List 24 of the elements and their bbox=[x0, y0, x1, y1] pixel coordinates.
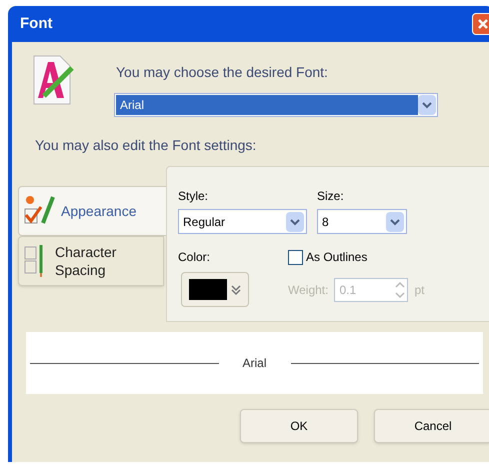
settings-tab[interactable]: Appearance bbox=[18, 186, 168, 236]
settings-prompt: You may also edit the Font settings: bbox=[34, 136, 258, 155]
color-picker-button[interactable] bbox=[181, 272, 249, 307]
size-label: Size: bbox=[317, 188, 345, 205]
font-prompt: You may choose the desired Font: bbox=[115, 63, 329, 82]
color-label: Color: bbox=[178, 249, 212, 266]
unit-label: pt bbox=[414, 282, 424, 299]
dialog-button[interactable]: Cancel bbox=[374, 409, 489, 443]
weight-label: Weight: bbox=[288, 282, 328, 299]
style-label: Style: bbox=[178, 188, 210, 205]
checkbox[interactable] bbox=[288, 250, 303, 264]
preview-text: Arial bbox=[242, 355, 267, 372]
double-chevron-icon bbox=[231, 284, 241, 296]
checkbox-label: As Outlines bbox=[306, 249, 368, 266]
size-dropdown[interactable]: 8 bbox=[317, 209, 407, 234]
font-dropdown[interactable]: Arial bbox=[114, 93, 438, 117]
font-value: Arial bbox=[116, 95, 418, 115]
close-icon bbox=[477, 18, 489, 30]
spin-arrows-icon bbox=[393, 280, 408, 300]
close-button[interactable] bbox=[472, 13, 489, 35]
settings-tab[interactable]: Character Spacing bbox=[18, 236, 164, 286]
window-title: Font bbox=[19, 14, 52, 34]
style-dropdown[interactable]: Regular bbox=[178, 209, 307, 234]
dialog-button[interactable]: OK bbox=[240, 409, 358, 443]
